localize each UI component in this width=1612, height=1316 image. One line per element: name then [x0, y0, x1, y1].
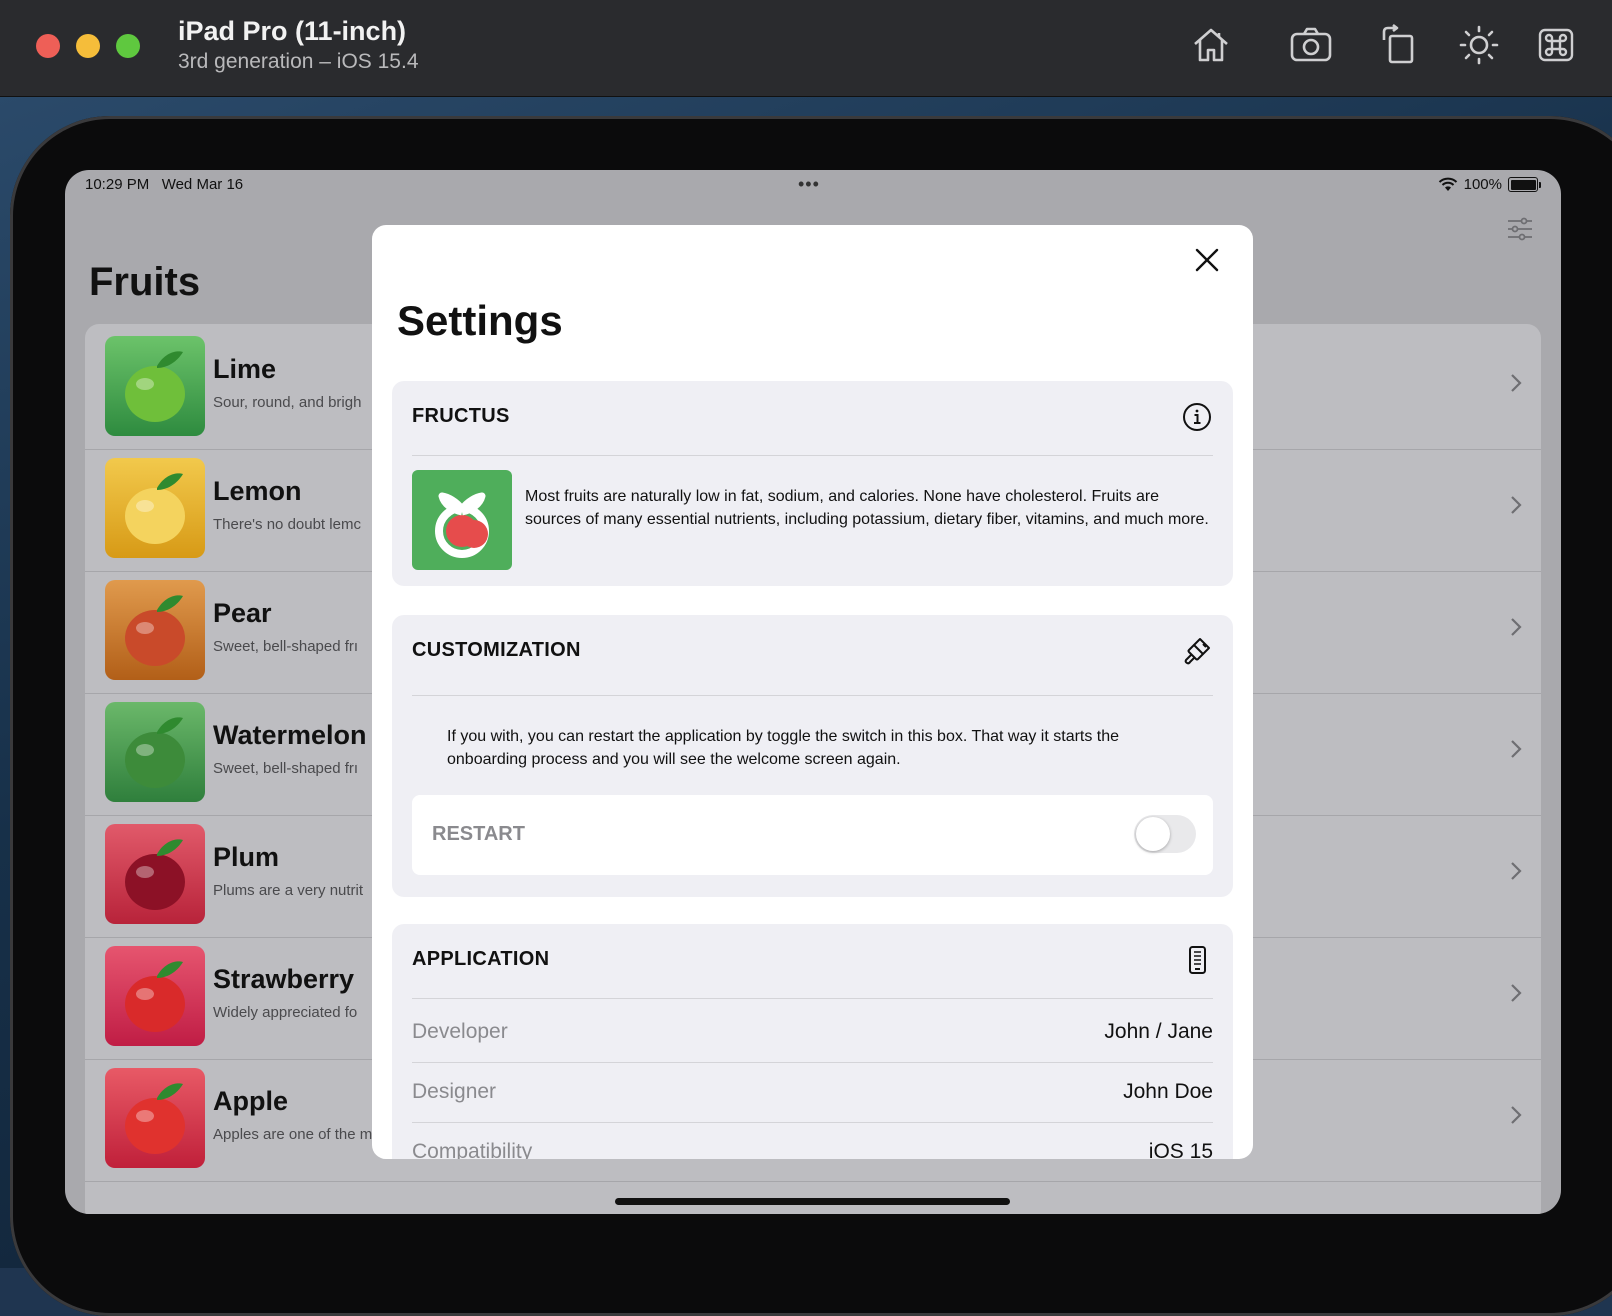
device-detail: 3rd generation – iOS 15.4: [178, 50, 419, 73]
fruit-name: Lemon: [213, 476, 302, 506]
paintbrush-icon: [1181, 635, 1213, 667]
chevron-right-icon: [1509, 738, 1523, 767]
device-phone-icon: [1181, 944, 1213, 976]
info-value: John / Jane: [1104, 1020, 1213, 1043]
info-value: John Doe: [1123, 1080, 1213, 1103]
fruit-thumbnail: [105, 702, 205, 802]
customization-heading: CUSTOMIZATION: [412, 639, 581, 661]
close-window-button[interactable]: [36, 34, 60, 58]
simulator-title-bar: iPad Pro (11-inch) 3rd generation – iOS …: [0, 0, 1612, 97]
fruit-name: Lime: [213, 354, 277, 384]
application-group: APPLICATION Developer John / Jane Designer…: [392, 924, 1233, 1159]
fruit-description: Sour, round, and brigh: [213, 394, 362, 411]
restart-label: RESTART: [432, 823, 525, 845]
status-right: 100%: [1438, 176, 1541, 193]
fructus-heading: FRUCTUS: [412, 405, 510, 427]
toggle-knob: [1136, 817, 1170, 851]
customization-description: If you with, you can restart the applica…: [447, 728, 1120, 768]
home-indicator[interactable]: [615, 1198, 1010, 1205]
divider: [412, 998, 1213, 999]
fruit-description: Sweet, bell-shaped frı: [213, 638, 359, 655]
fruit-thumbnail: [105, 824, 205, 924]
screenshot-icon[interactable]: [1288, 22, 1334, 68]
chevron-right-icon: [1509, 982, 1523, 1011]
status-time-date: 10:29 PM Wed Mar 16: [85, 176, 244, 193]
info-circle-icon: [1181, 401, 1213, 433]
fruit-name: Plum: [213, 842, 280, 872]
fruit-thumbnail: [105, 336, 205, 436]
close-icon[interactable]: [1192, 245, 1222, 275]
info-key: Designer: [412, 1080, 497, 1103]
fructus-logo: [412, 470, 512, 570]
fructus-group: FRUCTUS Most fruits are naturally low in…: [392, 381, 1233, 586]
list-title: Fruits: [89, 260, 201, 304]
zoom-window-button[interactable]: [116, 34, 140, 58]
chevron-right-icon: [1509, 860, 1523, 889]
fruit-thumbnail: [105, 458, 205, 558]
info-key: Compatibility: [412, 1140, 533, 1159]
restart-row: RESTART: [412, 795, 1213, 875]
divider: [412, 455, 1213, 456]
fruit-name: Pear: [213, 598, 272, 628]
battery-icon: [1508, 177, 1538, 192]
fruit-description: Widely appreciated fo: [213, 1004, 358, 1021]
fruit-thumbnail: [105, 1068, 205, 1168]
fruit-description: Sweet, bell-shaped frı: [213, 760, 359, 777]
fruit-name: Watermelon: [213, 720, 367, 750]
battery-tip: [1539, 181, 1541, 188]
fruit-thumbnail: [105, 946, 205, 1046]
device-name: iPad Pro (11-inch): [178, 16, 407, 46]
chevron-right-icon: [1509, 1104, 1523, 1133]
info-row: Developer John / Jane: [412, 1000, 1213, 1063]
settings-sheet: Settings FRUCTUS Most fruits are natural…: [372, 225, 1253, 1159]
customization-group: CUSTOMIZATION If you with, you can resta…: [392, 615, 1233, 897]
restart-toggle[interactable]: [1134, 815, 1196, 853]
info-value: iOS 15: [1148, 1140, 1213, 1159]
info-row: Designer John Doe: [412, 1060, 1213, 1123]
fruit-thumbnail: [105, 580, 205, 680]
fruit-description: Plums are a very nutrit: [213, 882, 364, 899]
minimize-window-button[interactable]: [76, 34, 100, 58]
info-key: Developer: [412, 1020, 508, 1043]
appearance-icon[interactable]: [1456, 22, 1502, 68]
fruit-description: There's no doubt lemc: [213, 516, 361, 533]
chevron-right-icon: [1509, 494, 1523, 523]
rotate-icon[interactable]: [1378, 22, 1424, 68]
settings-title: Settings: [397, 297, 563, 344]
home-icon[interactable]: [1188, 22, 1234, 68]
fruit-name: Strawberry: [213, 964, 355, 994]
application-heading: APPLICATION: [412, 948, 550, 970]
command-icon[interactable]: [1534, 22, 1580, 68]
fructus-description: Most fruits are naturally low in fat, so…: [525, 488, 1209, 528]
fruit-name: Apple: [213, 1086, 289, 1116]
chevron-right-icon: [1509, 616, 1523, 645]
chevron-right-icon: [1509, 372, 1523, 401]
multitasking-dots[interactable]: •••: [798, 174, 820, 195]
divider: [412, 695, 1213, 696]
info-row: Compatibility iOS 15: [412, 1120, 1213, 1159]
wifi-icon: [1438, 177, 1457, 191]
battery-percent: 100%: [1463, 176, 1502, 193]
settings-sliders-icon[interactable]: [1505, 214, 1535, 244]
